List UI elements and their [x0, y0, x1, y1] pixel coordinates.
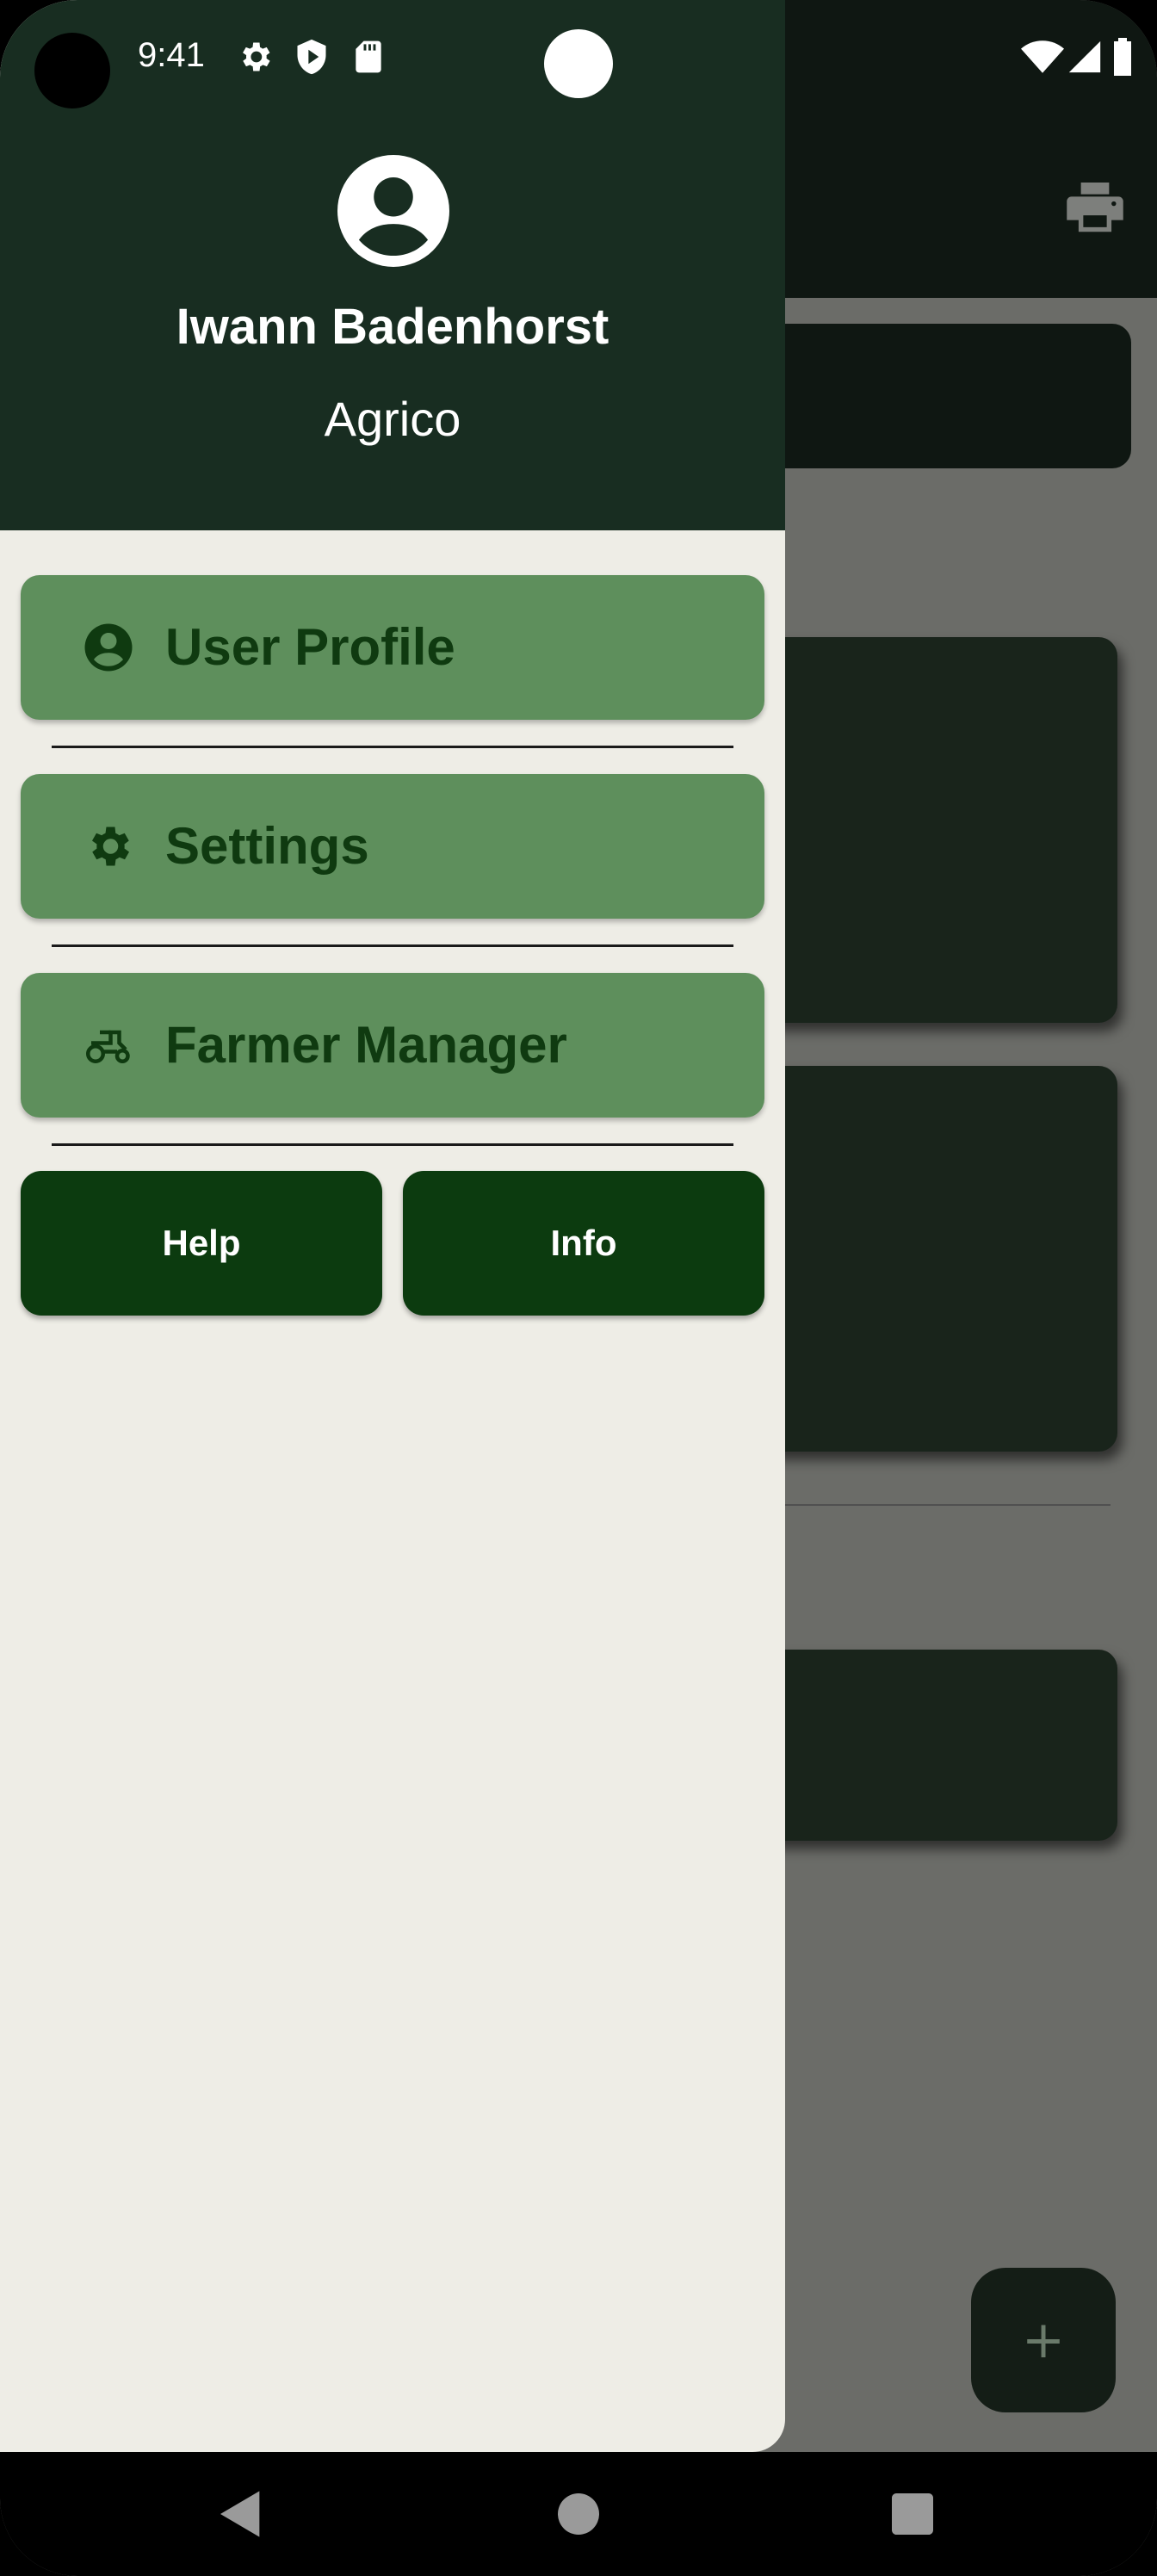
plus-icon: + — [1021, 2310, 1066, 2370]
signal-icon — [1068, 40, 1101, 73]
add-fab-button[interactable]: + — [971, 2268, 1116, 2412]
status-time: 9:41 — [138, 36, 205, 74]
menu-item-settings[interactable]: Settings — [21, 774, 764, 919]
navigation-drawer: Iwann Badenhorst Agrico User Profile Set… — [0, 0, 785, 2452]
tractor-icon — [86, 1030, 130, 1063]
info-button[interactable]: Info — [403, 1171, 764, 1316]
back-icon[interactable] — [213, 2486, 269, 2542]
divider — [52, 746, 733, 748]
shield-play-icon — [297, 39, 326, 75]
camera-dot — [544, 29, 613, 98]
menu-item-label: Settings — [165, 817, 369, 875]
menu-item-label: User Profile — [165, 618, 455, 676]
sd-card-icon — [356, 40, 381, 73]
account-circle-icon — [84, 623, 133, 672]
battery-icon — [1114, 38, 1131, 76]
print-icon[interactable] — [1066, 183, 1124, 234]
gear-icon — [243, 42, 270, 71]
menu-item-farmer-manager[interactable]: Farmer Manager — [21, 973, 764, 1118]
background-card — [758, 637, 1117, 1023]
account-circle-icon — [337, 155, 449, 267]
phone-screen: + Iwann Badenhorst Agrico User Profile S… — [0, 0, 1157, 2576]
background-card — [758, 1650, 1117, 1841]
wifi-icon — [1021, 40, 1064, 73]
recents-icon[interactable] — [885, 2486, 940, 2542]
background-divider — [758, 1504, 1111, 1506]
user-name: Iwann Badenhorst — [176, 299, 609, 355]
background-card — [758, 1066, 1117, 1452]
divider — [52, 944, 733, 947]
help-button[interactable]: Help — [21, 1171, 382, 1316]
home-icon[interactable] — [551, 2486, 606, 2542]
system-navigation-bar — [0, 2452, 1157, 2576]
background-search-field — [758, 324, 1131, 468]
divider — [52, 1143, 733, 1146]
menu-item-label: Farmer Manager — [165, 1016, 567, 1074]
camera-cutout — [34, 33, 110, 108]
gear-icon — [92, 827, 129, 866]
status-bar: 9:41 — [0, 0, 1157, 121]
organization-name: Agrico — [324, 392, 461, 446]
menu-item-user-profile[interactable]: User Profile — [21, 575, 764, 720]
